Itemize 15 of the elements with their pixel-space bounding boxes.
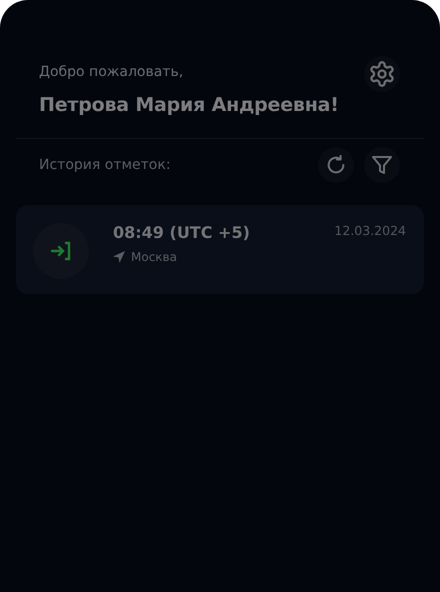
record-time: 08:49 (UTC +5) [113,223,251,242]
settings-icon [368,60,396,88]
filter-button[interactable] [364,147,400,183]
refresh-button[interactable] [318,147,354,183]
filter-icon [370,153,394,177]
login-icon [49,239,73,263]
record-card[interactable]: 08:49 (UTC +5) Москва 12.03.2024 [16,205,424,294]
history-title: История отметок: [39,157,172,173]
record-date: 12.03.2024 [334,223,406,240]
refresh-icon [325,154,347,176]
location-arrow-icon [113,251,125,263]
greeting-text: Добро пожаловать, [39,64,184,80]
record-location: Москва [131,250,177,264]
user-name: Петрова Мария Андреевна! [39,94,339,116]
settings-button[interactable] [364,56,400,92]
